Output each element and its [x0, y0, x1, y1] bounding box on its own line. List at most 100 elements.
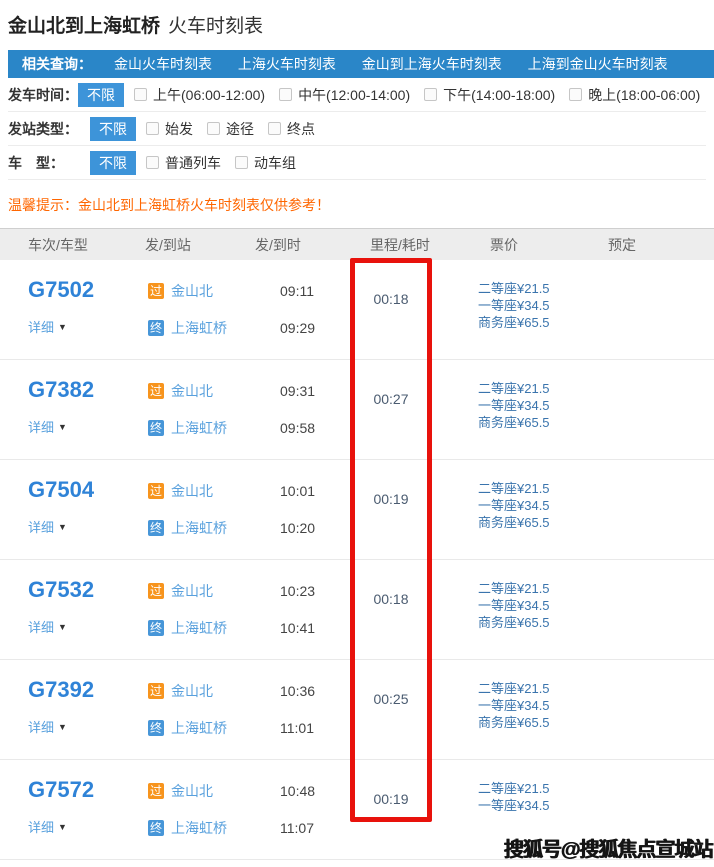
detail-toggle[interactable]: 详细 ▼: [28, 517, 148, 536]
price-line: 二等座¥21.5: [478, 280, 648, 297]
unlimited-button[interactable]: 不限: [90, 151, 136, 175]
chevron-down-icon: ▼: [58, 722, 67, 732]
arrival-station-line: 终 上海虹桥: [148, 418, 280, 438]
train-number-link[interactable]: G7572: [28, 777, 94, 803]
related-query-link[interactable]: 上海到金山火车时刻表: [528, 56, 668, 72]
duration-cell: 00:19: [350, 760, 432, 859]
unlimited-button[interactable]: 不限: [78, 83, 124, 107]
filter-option[interactable]: 上午(06:00-12:00): [134, 85, 265, 105]
filter-options: 上午(06:00-12:00) 中午(12:00-14:00) 下午(14:00…: [134, 85, 714, 105]
checkbox-icon: [235, 156, 248, 169]
departure-station-link[interactable]: 金山北: [171, 781, 213, 801]
train-number-link[interactable]: G7504: [28, 477, 94, 503]
times-cell: 10:23 10:41: [280, 560, 350, 659]
arrival-station-link[interactable]: 上海虹桥: [171, 818, 227, 838]
filter-row: 发站类型： 不限 始发 途径 终点: [8, 112, 706, 146]
detail-toggle[interactable]: 详细 ▼: [28, 617, 148, 636]
pass-badge: 过: [148, 483, 164, 499]
filter-options: 始发 途径 终点: [146, 119, 329, 139]
filter-option[interactable]: 下午(14:00-18:00): [424, 85, 555, 105]
checkbox-icon: [268, 122, 281, 135]
arrival-station-link[interactable]: 上海虹桥: [171, 718, 227, 738]
departure-station-link[interactable]: 金山北: [171, 681, 213, 701]
train-timetable-page: { "page": { "title_main": "金山北到上海虹桥", "t…: [0, 0, 714, 867]
checkbox-icon: [146, 156, 159, 169]
departure-time: 09:31: [280, 381, 350, 401]
departure-station-line: 过 金山北: [148, 681, 280, 701]
price-line: 二等座¥21.5: [478, 580, 648, 597]
arrival-station-line: 终 上海虹桥: [148, 318, 280, 338]
terminal-badge: 终: [148, 520, 164, 536]
related-links: 金山火车时刻表 上海火车时刻表 金山到上海火车时刻表 上海到金山火车时刻表: [92, 50, 668, 78]
price-line: 一等座¥34.5: [478, 597, 648, 614]
terminal-badge: 终: [148, 420, 164, 436]
page-title-route: 金山北到上海虹桥: [8, 16, 160, 37]
times-cell: 09:11 09:29: [280, 260, 350, 359]
stations-cell: 过 金山北 终 上海虹桥: [148, 560, 280, 659]
filter-option[interactable]: 普通列车: [146, 153, 221, 173]
departure-station-line: 过 金山北: [148, 581, 280, 601]
filter-option-label: 途径: [226, 119, 254, 139]
filter-option[interactable]: 终点: [268, 119, 315, 139]
arrival-time: 10:20: [280, 518, 350, 538]
filter-option[interactable]: 途径: [207, 119, 254, 139]
chevron-down-icon: ▼: [58, 522, 67, 532]
filter-label: 发车时间：: [8, 85, 78, 105]
watermark-text: 搜狐号@搜狐焦点宣城站: [503, 833, 712, 862]
detail-toggle[interactable]: 详细 ▼: [28, 717, 148, 736]
departure-station-link[interactable]: 金山北: [171, 281, 213, 301]
departure-station-link[interactable]: 金山北: [171, 581, 213, 601]
spacer: [432, 260, 478, 359]
price-line: 二等座¥21.5: [478, 680, 648, 697]
filter-option[interactable]: 中午(12:00-14:00): [279, 85, 410, 105]
departure-time: 10:36: [280, 681, 350, 701]
train-number-link[interactable]: G7392: [28, 677, 94, 703]
stations-cell: 过 金山北 终 上海虹桥: [148, 260, 280, 359]
checkbox-icon: [279, 88, 292, 101]
related-queries-bar: 相关查询： 金山火车时刻表 上海火车时刻表 金山到上海火车时刻表 上海到金山火车…: [8, 50, 714, 78]
column-header: 票价: [490, 235, 608, 255]
price-line: 一等座¥34.5: [478, 797, 648, 814]
spacer: [432, 460, 478, 559]
detail-toggle[interactable]: 详细 ▼: [28, 817, 148, 836]
departure-time: 10:23: [280, 581, 350, 601]
chevron-down-icon: ▼: [58, 322, 67, 332]
table-row: G7382 详细 ▼ 过 金山北 终 上海虹桥 09:31 09:58 00:2…: [0, 360, 714, 460]
departure-station-link[interactable]: 金山北: [171, 481, 213, 501]
detail-toggle[interactable]: 详细 ▼: [28, 417, 148, 436]
times-cell: 10:36 11:01: [280, 660, 350, 759]
train-number-link[interactable]: G7382: [28, 377, 94, 403]
filter-row: 发车时间： 不限 上午(06:00-12:00) 中午(12:00-14:00)…: [8, 78, 706, 112]
departure-station-line: 过 金山北: [148, 381, 280, 401]
detail-toggle[interactable]: 详细 ▼: [28, 317, 148, 336]
train-number-link[interactable]: G7532: [28, 577, 94, 603]
unlimited-button[interactable]: 不限: [90, 117, 136, 141]
booking-cell: [648, 260, 714, 359]
terminal-badge: 终: [148, 720, 164, 736]
related-query-link[interactable]: 金山火车时刻表: [114, 56, 212, 72]
filter-option[interactable]: 始发: [146, 119, 193, 139]
train-number-link[interactable]: G7502: [28, 277, 94, 303]
departure-station-link[interactable]: 金山北: [171, 381, 213, 401]
detail-label: 详细: [28, 717, 54, 736]
price-line: 商务座¥65.5: [478, 314, 648, 331]
related-query-link[interactable]: 上海火车时刻表: [238, 56, 336, 72]
checkbox-icon: [146, 122, 159, 135]
related-query-link[interactable]: 金山到上海火车时刻表: [362, 56, 502, 72]
arrival-station-link[interactable]: 上海虹桥: [171, 418, 227, 438]
arrival-time: 09:29: [280, 318, 350, 338]
arrival-station-link[interactable]: 上海虹桥: [171, 618, 227, 638]
filter-option[interactable]: 动车组: [235, 153, 296, 173]
filter-option-label: 中午(12:00-14:00): [298, 85, 410, 105]
related-queries-label: 相关查询：: [22, 50, 92, 78]
departure-station-line: 过 金山北: [148, 481, 280, 501]
stations-cell: 过 金山北 终 上海虹桥: [148, 760, 280, 859]
arrival-station-link[interactable]: 上海虹桥: [171, 518, 227, 538]
price-line: 二等座¥21.5: [478, 380, 648, 397]
arrival-station-link[interactable]: 上海虹桥: [171, 318, 227, 338]
prices-cell: 二等座¥21.5一等座¥34.5商务座¥65.5: [478, 660, 648, 759]
filter-option[interactable]: 晚上(18:00-06:00): [569, 85, 700, 105]
arrival-station-line: 终 上海虹桥: [148, 618, 280, 638]
train-cell: G7502 详细 ▼: [28, 260, 148, 359]
chevron-down-icon: ▼: [58, 622, 67, 632]
